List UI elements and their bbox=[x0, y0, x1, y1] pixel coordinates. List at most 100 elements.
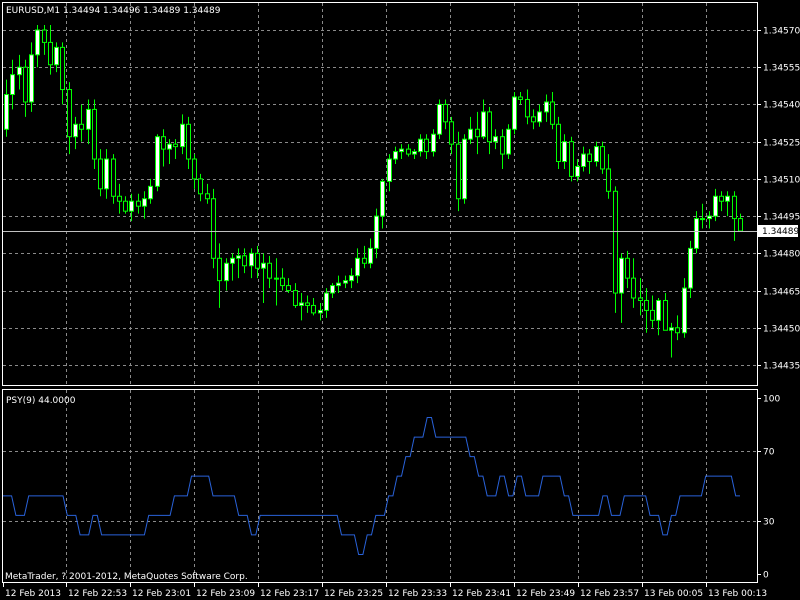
candle-body bbox=[86, 108, 91, 130]
price-tick-label: 1.34450 bbox=[763, 325, 800, 335]
candle bbox=[525, 89, 530, 125]
indicator-tick-label: 100 bbox=[763, 395, 780, 405]
candle-body bbox=[48, 41, 53, 66]
candle-body bbox=[387, 158, 392, 182]
candle-body bbox=[249, 252, 254, 267]
price-tick-label: 1.34555 bbox=[763, 64, 800, 74]
current-price-marker: 1.34489 bbox=[3, 225, 799, 237]
candle-body bbox=[707, 215, 712, 220]
candle bbox=[349, 268, 354, 289]
candle bbox=[569, 136, 574, 182]
candle bbox=[60, 42, 65, 105]
candle-body bbox=[299, 302, 304, 306]
candle-body bbox=[79, 123, 84, 130]
time-tick-label: 12 Feb 22:53 bbox=[68, 589, 127, 599]
candle bbox=[368, 238, 373, 269]
candle bbox=[663, 293, 668, 331]
candle bbox=[305, 295, 310, 313]
candle-body bbox=[663, 299, 668, 331]
candle-body bbox=[380, 180, 385, 217]
candle-body bbox=[267, 262, 272, 279]
time-tick-label: 12 Feb 23:17 bbox=[260, 589, 319, 599]
indicator-tick-label: 30 bbox=[763, 518, 775, 528]
candle bbox=[79, 104, 84, 142]
candle bbox=[117, 183, 122, 214]
candle-body bbox=[330, 285, 335, 294]
candle bbox=[186, 116, 191, 169]
candle bbox=[136, 193, 141, 214]
candle bbox=[600, 141, 605, 174]
candle bbox=[456, 131, 461, 212]
candle bbox=[481, 99, 486, 140]
candle-body bbox=[738, 218, 743, 232]
candle-body bbox=[42, 29, 47, 43]
candle-body bbox=[92, 108, 97, 160]
candle-body bbox=[656, 299, 661, 321]
candle-body bbox=[374, 215, 379, 249]
candle bbox=[67, 82, 72, 155]
candle-body bbox=[349, 275, 354, 282]
candle bbox=[180, 114, 185, 155]
candle-body bbox=[399, 148, 404, 153]
candle-body bbox=[631, 277, 636, 299]
candle bbox=[418, 134, 423, 157]
candle bbox=[468, 116, 473, 145]
candle-body bbox=[324, 292, 329, 311]
candle bbox=[650, 295, 655, 328]
candle-body bbox=[362, 257, 367, 264]
time-tick-label: 13 Feb 00:13 bbox=[708, 589, 767, 599]
candle bbox=[249, 248, 254, 279]
candle-body bbox=[186, 123, 191, 160]
price-tick-label: 1.34570 bbox=[763, 27, 800, 37]
candle-body bbox=[286, 285, 291, 292]
candle-body bbox=[406, 148, 411, 155]
candle bbox=[625, 250, 630, 289]
candle bbox=[104, 149, 109, 199]
candle-body bbox=[606, 168, 611, 192]
psy-indicator-line[interactable] bbox=[3, 417, 740, 555]
candle bbox=[261, 253, 266, 303]
candle bbox=[161, 129, 166, 167]
candle-body bbox=[688, 247, 693, 289]
candle-body bbox=[650, 309, 655, 321]
candle-body bbox=[236, 255, 241, 259]
candle-body bbox=[713, 195, 718, 217]
candle bbox=[500, 129, 505, 169]
candle-body bbox=[443, 103, 448, 123]
candle bbox=[725, 191, 730, 217]
candle-body bbox=[336, 282, 341, 287]
candlestick-series[interactable] bbox=[4, 25, 743, 358]
candle bbox=[230, 253, 235, 281]
candle bbox=[42, 25, 47, 55]
candle-body bbox=[123, 200, 128, 212]
candle bbox=[280, 268, 285, 291]
time-tick-label: 12 Feb 2013 bbox=[5, 589, 61, 599]
candle bbox=[694, 211, 699, 254]
symbol-info-label: EURUSD,M1 1.34494 1.34496 1.34489 1.3448… bbox=[6, 6, 221, 16]
current-price-label: 1.34489 bbox=[762, 227, 799, 237]
indicator-grid bbox=[3, 390, 757, 582]
candle-body bbox=[274, 277, 279, 280]
candle-body bbox=[255, 252, 260, 269]
candle bbox=[236, 248, 241, 279]
candle bbox=[98, 149, 103, 197]
candle-body bbox=[669, 327, 674, 331]
chart-window: 1.34489 1.345701.345551.345401.345251.34… bbox=[2, 2, 800, 599]
candle-body bbox=[424, 138, 429, 153]
candle-body bbox=[117, 195, 122, 202]
candle bbox=[92, 99, 97, 169]
candle bbox=[713, 188, 718, 222]
candle bbox=[23, 59, 28, 117]
time-tick-label: 12 Feb 23:33 bbox=[388, 589, 447, 599]
candle bbox=[732, 191, 737, 241]
candle bbox=[330, 283, 335, 298]
candle bbox=[606, 154, 611, 199]
candle bbox=[619, 253, 624, 323]
candle bbox=[73, 116, 78, 150]
candle bbox=[86, 99, 91, 145]
candle-body bbox=[129, 200, 134, 212]
indicator-tick-label: 70 bbox=[763, 448, 775, 458]
candle-body bbox=[462, 138, 467, 200]
candle-body bbox=[487, 111, 492, 143]
price-tick-label: 1.34435 bbox=[763, 362, 800, 372]
